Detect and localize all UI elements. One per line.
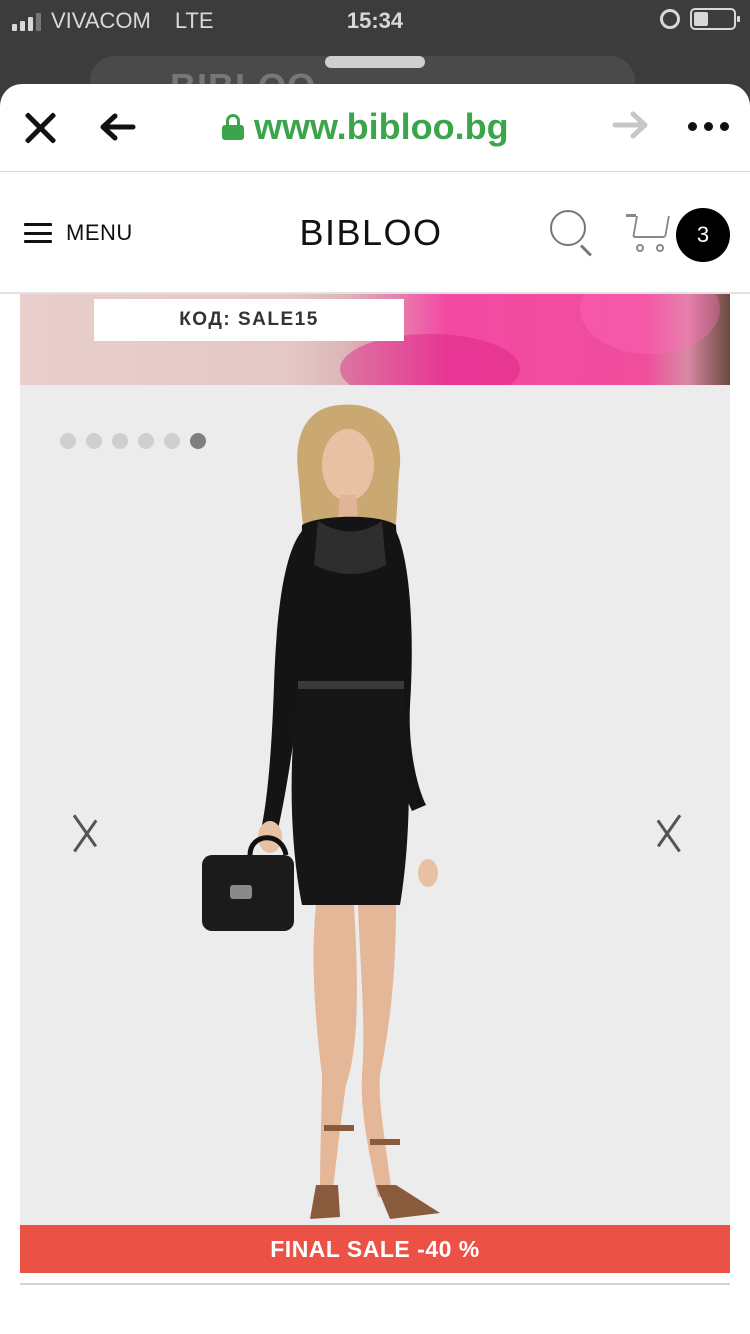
gallery-pagination [60,433,206,449]
gallery-dot[interactable] [112,433,128,449]
url-text: www.bibloo.bg [254,106,509,147]
alarm-icon [660,9,680,29]
browser-toolbar: www.bibloo.bg [0,84,750,172]
sale-badge: FINAL SALE -40 % [20,1225,730,1273]
status-right [660,8,740,30]
search-icon[interactable] [550,210,596,257]
promo-banner[interactable]: КОД: SALE15 [20,294,730,385]
gallery-dot-active[interactable] [190,433,206,449]
address-bar[interactable]: www.bibloo.bg [222,106,509,148]
gallery-dot[interactable] [86,433,102,449]
product-image [202,404,440,1219]
gallery-dot[interactable] [60,433,76,449]
chevron-right-icon[interactable] [650,805,690,861]
product-gallery[interactable] [20,385,730,1225]
cart-icon[interactable] [626,212,672,254]
browser-sheet: www.bibloo.bg MENU BIBLOO 3 КОД: SALE15 [0,84,750,1334]
sheet-grabber[interactable] [325,56,425,68]
forward-arrow-svg [612,111,648,139]
status-bar: VIVACOM LTE 15:34 [0,0,750,40]
chevron-left-icon[interactable] [68,805,108,861]
more-icon[interactable] [688,122,729,131]
cart-count-badge[interactable]: 3 [676,208,730,262]
close-icon[interactable] [22,110,58,146]
gallery-dot[interactable] [164,433,180,449]
site-header: MENU BIBLOO 3 [0,172,750,294]
lock-icon [222,114,244,140]
promo-code: КОД: SALE15 [94,299,404,341]
battery-icon [690,8,740,30]
arrow-left-icon[interactable] [100,112,140,144]
gallery-dot[interactable] [138,433,154,449]
back-arrow-svg [100,113,136,141]
divider [20,1283,730,1285]
arrow-right-icon[interactable] [612,110,648,149]
status-time: 15:34 [346,8,404,33]
